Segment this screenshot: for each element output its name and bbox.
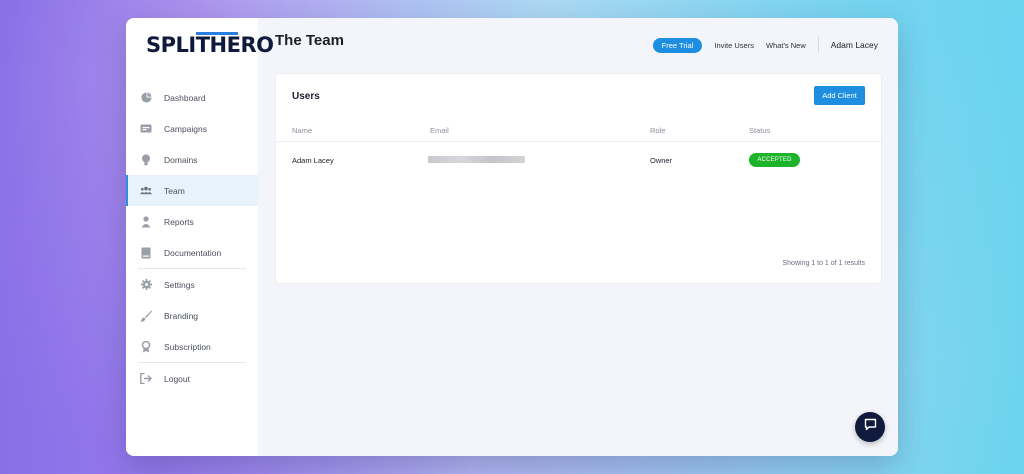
users-card: Users Add Client Name Email Role Status … xyxy=(275,73,882,284)
sidebar-item-label: Logout xyxy=(164,373,190,384)
chat-button[interactable] xyxy=(855,412,885,442)
domains-icon xyxy=(140,154,152,166)
sidebar-item-label: Dashboard xyxy=(164,92,206,103)
sidebar-nav: Dashboard Campaigns Domains Team Reports… xyxy=(126,82,258,394)
sidebar-item-dashboard[interactable]: Dashboard xyxy=(126,82,258,113)
sidebar-item-documentation[interactable]: Documentation xyxy=(126,237,258,268)
cell-name: Adam Lacey xyxy=(292,156,334,165)
cell-role: Owner xyxy=(650,156,673,165)
documentation-icon xyxy=(140,247,152,259)
sidebar-item-label: Settings xyxy=(164,279,195,290)
column-header-role[interactable]: Role xyxy=(650,126,665,135)
logo[interactable]: SPLITHERO xyxy=(146,31,274,59)
gear-icon xyxy=(140,279,152,291)
logo-split: SPLIT xyxy=(146,33,210,57)
free-trial-button[interactable]: Free Trial xyxy=(652,37,703,53)
add-client-button[interactable]: Add Client xyxy=(814,86,865,105)
column-header-name[interactable]: Name xyxy=(292,126,312,135)
column-header-status[interactable]: Status xyxy=(749,126,770,135)
status-badge: ACCEPTED xyxy=(749,153,800,167)
app-window: SPLITHERO Dashboard Campaigns Domains Te… xyxy=(126,18,898,456)
sidebar-item-label: Branding xyxy=(164,310,199,321)
sidebar-item-logout[interactable]: Logout xyxy=(126,363,258,394)
logo-hero: HERO xyxy=(209,33,274,57)
sidebar-item-branding[interactable]: Branding xyxy=(126,300,258,331)
sidebar-item-domains[interactable]: Domains xyxy=(126,144,258,175)
whats-new-link[interactable]: What's New xyxy=(766,41,806,50)
dashboard-icon xyxy=(140,92,152,104)
pagination-summary: Showing 1 to 1 of 1 results xyxy=(782,260,866,267)
invite-users-link[interactable]: Invite Users xyxy=(714,41,754,50)
sidebar-item-label: Campaigns xyxy=(164,123,207,134)
top-navigation: Free Trial Invite Users What's New Adam … xyxy=(652,37,878,53)
logout-icon xyxy=(140,373,152,385)
sidebar-item-reports[interactable]: Reports xyxy=(126,206,258,237)
table-header-divider xyxy=(276,141,881,142)
topnav-divider xyxy=(817,37,819,53)
column-header-email[interactable]: Email xyxy=(430,126,449,135)
sidebar: SPLITHERO Dashboard Campaigns Domains Te… xyxy=(126,18,274,456)
sidebar-item-label: Reports xyxy=(164,216,194,227)
sidebar-item-subscription[interactable]: Subscription xyxy=(126,331,258,362)
sidebar-item-team[interactable]: Team xyxy=(126,175,258,206)
team-icon xyxy=(140,185,152,197)
sidebar-item-label: Team xyxy=(164,185,185,196)
user-menu[interactable]: Adam Lacey xyxy=(831,40,878,50)
sidebar-item-label: Subscription xyxy=(164,341,211,352)
brush-icon xyxy=(140,310,152,322)
sidebar-item-campaigns[interactable]: Campaigns xyxy=(126,113,258,144)
reports-icon xyxy=(140,215,152,228)
chat-icon xyxy=(864,418,877,436)
campaigns-icon xyxy=(140,123,152,135)
award-icon xyxy=(140,340,152,353)
sidebar-item-settings[interactable]: Settings xyxy=(126,269,258,300)
cell-email-redacted xyxy=(428,156,525,163)
users-card-title: Users xyxy=(292,91,320,102)
sidebar-item-label: Domains xyxy=(164,154,198,165)
sidebar-item-label: Documentation xyxy=(164,247,222,258)
page-title: The Team xyxy=(275,32,344,49)
